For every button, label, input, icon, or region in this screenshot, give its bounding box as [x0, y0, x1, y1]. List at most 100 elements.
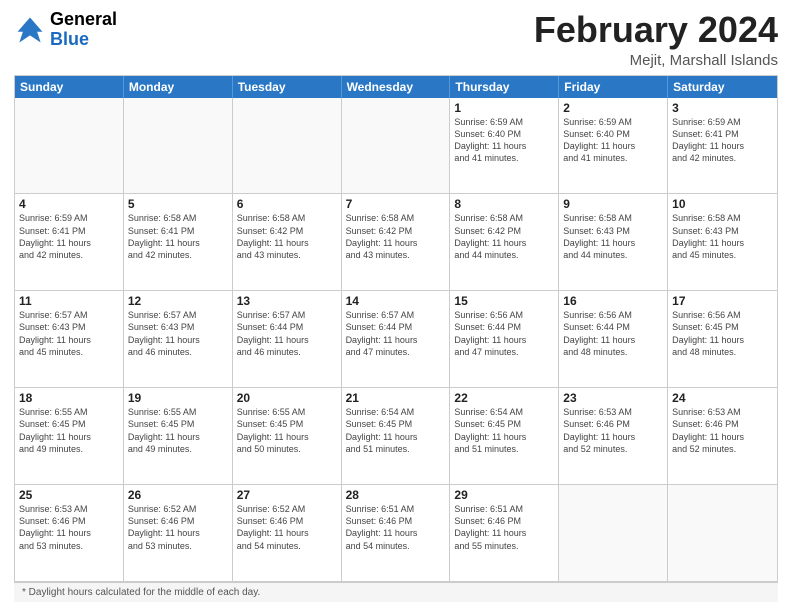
- day-detail: Sunrise: 6:55 AM Sunset: 6:45 PM Dayligh…: [19, 406, 119, 455]
- calendar-day-26: 26Sunrise: 6:52 AM Sunset: 6:46 PM Dayli…: [124, 485, 233, 581]
- day-detail: Sunrise: 6:55 AM Sunset: 6:45 PM Dayligh…: [237, 406, 337, 455]
- calendar-day-15: 15Sunrise: 6:56 AM Sunset: 6:44 PM Dayli…: [450, 291, 559, 387]
- day-detail: Sunrise: 6:59 AM Sunset: 6:40 PM Dayligh…: [563, 116, 663, 165]
- day-number: 26: [128, 488, 228, 502]
- calendar-day-9: 9Sunrise: 6:58 AM Sunset: 6:43 PM Daylig…: [559, 194, 668, 290]
- weekday-header-monday: Monday: [124, 76, 233, 98]
- day-detail: Sunrise: 6:51 AM Sunset: 6:46 PM Dayligh…: [346, 503, 446, 552]
- day-number: 5: [128, 197, 228, 211]
- calendar-week-5: 25Sunrise: 6:53 AM Sunset: 6:46 PM Dayli…: [15, 484, 777, 581]
- calendar-day-11: 11Sunrise: 6:57 AM Sunset: 6:43 PM Dayli…: [15, 291, 124, 387]
- day-detail: Sunrise: 6:52 AM Sunset: 6:46 PM Dayligh…: [237, 503, 337, 552]
- day-number: 23: [563, 391, 663, 405]
- weekday-header-thursday: Thursday: [450, 76, 559, 98]
- calendar-day-empty: [668, 485, 777, 581]
- location: Mejit, Marshall Islands: [534, 52, 778, 69]
- weekday-header-friday: Friday: [559, 76, 668, 98]
- day-number: 7: [346, 197, 446, 211]
- calendar-day-empty: [233, 98, 342, 194]
- calendar-day-13: 13Sunrise: 6:57 AM Sunset: 6:44 PM Dayli…: [233, 291, 342, 387]
- day-number: 22: [454, 391, 554, 405]
- header: General Blue February 2024 Mejit, Marsha…: [14, 10, 778, 69]
- calendar-day-21: 21Sunrise: 6:54 AM Sunset: 6:45 PM Dayli…: [342, 388, 451, 484]
- day-detail: Sunrise: 6:55 AM Sunset: 6:45 PM Dayligh…: [128, 406, 228, 455]
- day-number: 29: [454, 488, 554, 502]
- calendar-day-19: 19Sunrise: 6:55 AM Sunset: 6:45 PM Dayli…: [124, 388, 233, 484]
- day-detail: Sunrise: 6:56 AM Sunset: 6:44 PM Dayligh…: [454, 309, 554, 358]
- day-detail: Sunrise: 6:53 AM Sunset: 6:46 PM Dayligh…: [563, 406, 663, 455]
- daylight-note: Daylight hours: [29, 587, 93, 598]
- calendar-day-empty: [342, 98, 451, 194]
- day-detail: Sunrise: 6:51 AM Sunset: 6:46 PM Dayligh…: [454, 503, 554, 552]
- calendar-day-3: 3Sunrise: 6:59 AM Sunset: 6:41 PM Daylig…: [668, 98, 777, 194]
- calendar-day-29: 29Sunrise: 6:51 AM Sunset: 6:46 PM Dayli…: [450, 485, 559, 581]
- day-number: 27: [237, 488, 337, 502]
- day-detail: Sunrise: 6:54 AM Sunset: 6:45 PM Dayligh…: [454, 406, 554, 455]
- logo-general: General: [50, 10, 117, 30]
- calendar-day-24: 24Sunrise: 6:53 AM Sunset: 6:46 PM Dayli…: [668, 388, 777, 484]
- note-row: * Daylight hours calculated for the midd…: [14, 582, 778, 602]
- day-detail: Sunrise: 6:54 AM Sunset: 6:45 PM Dayligh…: [346, 406, 446, 455]
- day-detail: Sunrise: 6:56 AM Sunset: 6:44 PM Dayligh…: [563, 309, 663, 358]
- day-number: 17: [672, 294, 773, 308]
- day-detail: Sunrise: 6:56 AM Sunset: 6:45 PM Dayligh…: [672, 309, 773, 358]
- day-detail: Sunrise: 6:59 AM Sunset: 6:41 PM Dayligh…: [19, 212, 119, 261]
- calendar-day-22: 22Sunrise: 6:54 AM Sunset: 6:45 PM Dayli…: [450, 388, 559, 484]
- calendar-day-empty: [559, 485, 668, 581]
- day-number: 16: [563, 294, 663, 308]
- day-detail: Sunrise: 6:58 AM Sunset: 6:43 PM Dayligh…: [563, 212, 663, 261]
- logo-icon: [14, 14, 46, 46]
- weekday-header-wednesday: Wednesday: [342, 76, 451, 98]
- calendar-day-23: 23Sunrise: 6:53 AM Sunset: 6:46 PM Dayli…: [559, 388, 668, 484]
- weekday-header-sunday: Sunday: [15, 76, 124, 98]
- calendar-day-10: 10Sunrise: 6:58 AM Sunset: 6:43 PM Dayli…: [668, 194, 777, 290]
- title-block: February 2024 Mejit, Marshall Islands: [534, 10, 778, 69]
- calendar-day-empty: [124, 98, 233, 194]
- weekday-header-saturday: Saturday: [668, 76, 777, 98]
- logo: General Blue: [14, 10, 117, 50]
- day-detail: Sunrise: 6:52 AM Sunset: 6:46 PM Dayligh…: [128, 503, 228, 552]
- day-number: 13: [237, 294, 337, 308]
- day-detail: Sunrise: 6:57 AM Sunset: 6:44 PM Dayligh…: [237, 309, 337, 358]
- calendar-day-5: 5Sunrise: 6:58 AM Sunset: 6:41 PM Daylig…: [124, 194, 233, 290]
- day-number: 18: [19, 391, 119, 405]
- day-number: 28: [346, 488, 446, 502]
- calendar-day-16: 16Sunrise: 6:56 AM Sunset: 6:44 PM Dayli…: [559, 291, 668, 387]
- calendar-day-25: 25Sunrise: 6:53 AM Sunset: 6:46 PM Dayli…: [15, 485, 124, 581]
- day-detail: Sunrise: 6:59 AM Sunset: 6:41 PM Dayligh…: [672, 116, 773, 165]
- day-detail: Sunrise: 6:58 AM Sunset: 6:41 PM Dayligh…: [128, 212, 228, 261]
- day-number: 1: [454, 101, 554, 115]
- calendar-week-1: 1Sunrise: 6:59 AM Sunset: 6:40 PM Daylig…: [15, 98, 777, 194]
- calendar-week-3: 11Sunrise: 6:57 AM Sunset: 6:43 PM Dayli…: [15, 290, 777, 387]
- weekday-header-tuesday: Tuesday: [233, 76, 342, 98]
- day-number: 9: [563, 197, 663, 211]
- day-number: 10: [672, 197, 773, 211]
- calendar-day-1: 1Sunrise: 6:59 AM Sunset: 6:40 PM Daylig…: [450, 98, 559, 194]
- day-detail: Sunrise: 6:57 AM Sunset: 6:44 PM Dayligh…: [346, 309, 446, 358]
- day-number: 21: [346, 391, 446, 405]
- day-detail: Sunrise: 6:58 AM Sunset: 6:42 PM Dayligh…: [454, 212, 554, 261]
- day-detail: Sunrise: 6:57 AM Sunset: 6:43 PM Dayligh…: [19, 309, 119, 358]
- day-detail: Sunrise: 6:58 AM Sunset: 6:42 PM Dayligh…: [346, 212, 446, 261]
- day-detail: Sunrise: 6:59 AM Sunset: 6:40 PM Dayligh…: [454, 116, 554, 165]
- calendar: SundayMondayTuesdayWednesdayThursdayFrid…: [14, 75, 778, 582]
- day-number: 24: [672, 391, 773, 405]
- day-number: 3: [672, 101, 773, 115]
- calendar-day-12: 12Sunrise: 6:57 AM Sunset: 6:43 PM Dayli…: [124, 291, 233, 387]
- day-detail: Sunrise: 6:58 AM Sunset: 6:42 PM Dayligh…: [237, 212, 337, 261]
- calendar-day-28: 28Sunrise: 6:51 AM Sunset: 6:46 PM Dayli…: [342, 485, 451, 581]
- calendar-day-18: 18Sunrise: 6:55 AM Sunset: 6:45 PM Dayli…: [15, 388, 124, 484]
- calendar-day-empty: [15, 98, 124, 194]
- calendar-day-14: 14Sunrise: 6:57 AM Sunset: 6:44 PM Dayli…: [342, 291, 451, 387]
- day-number: 19: [128, 391, 228, 405]
- calendar-week-4: 18Sunrise: 6:55 AM Sunset: 6:45 PM Dayli…: [15, 387, 777, 484]
- logo-blue: Blue: [50, 30, 117, 50]
- calendar-day-27: 27Sunrise: 6:52 AM Sunset: 6:46 PM Dayli…: [233, 485, 342, 581]
- calendar-day-20: 20Sunrise: 6:55 AM Sunset: 6:45 PM Dayli…: [233, 388, 342, 484]
- page: General Blue February 2024 Mejit, Marsha…: [0, 0, 792, 612]
- calendar-day-17: 17Sunrise: 6:56 AM Sunset: 6:45 PM Dayli…: [668, 291, 777, 387]
- month-title: February 2024: [534, 10, 778, 50]
- calendar-header: SundayMondayTuesdayWednesdayThursdayFrid…: [15, 76, 777, 98]
- calendar-body: 1Sunrise: 6:59 AM Sunset: 6:40 PM Daylig…: [15, 98, 777, 581]
- calendar-week-2: 4Sunrise: 6:59 AM Sunset: 6:41 PM Daylig…: [15, 193, 777, 290]
